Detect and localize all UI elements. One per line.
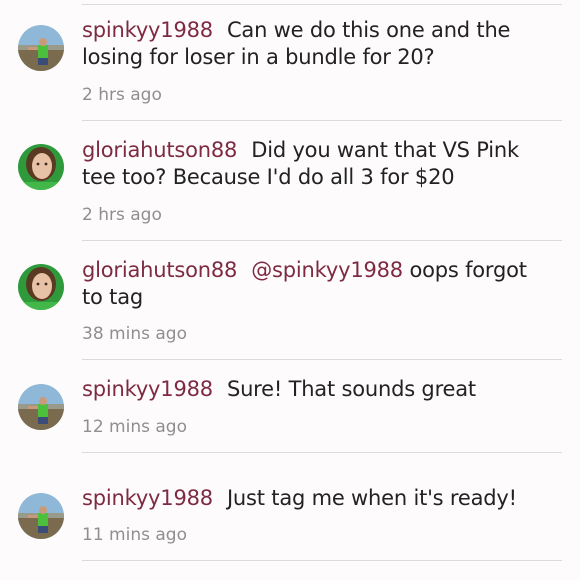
username-link[interactable]: gloriahutson88 <box>82 138 237 162</box>
comment-text: gloriahutson88 @spinkyy1988 oops forgot t… <box>82 257 552 311</box>
outdoor-user-avatar[interactable] <box>18 493 64 539</box>
outdoor-user-avatar[interactable] <box>18 25 64 71</box>
divider <box>82 452 562 453</box>
comment-text: spinkyy1988 Sure! That sounds great <box>82 376 552 403</box>
comment-timestamp: 2 hrs ago <box>82 205 162 225</box>
outdoor-user-avatar[interactable] <box>18 384 64 430</box>
comment-text: spinkyy1988 Can we do this one and the lo… <box>82 17 552 71</box>
comment-text: gloriahutson88 Did you want that VS Pink … <box>82 137 552 191</box>
divider <box>82 120 562 121</box>
divider <box>82 560 562 561</box>
comment-thread: spinkyy1988 Can we do this one and the lo… <box>0 0 580 580</box>
username-link[interactable]: spinkyy1988 <box>82 486 213 510</box>
comment-timestamp: 11 mins ago <box>82 525 187 545</box>
username-link[interactable]: spinkyy1988 <box>82 377 213 401</box>
username-link[interactable]: gloriahutson88 <box>82 258 237 282</box>
comment-text: spinkyy1988 Just tag me when it's ready! <box>82 485 552 512</box>
mention-link[interactable]: @spinkyy1988 <box>251 258 403 282</box>
divider <box>82 240 562 241</box>
comment-timestamp: 38 mins ago <box>82 324 187 344</box>
portrait-user-avatar[interactable] <box>18 144 64 190</box>
comment-timestamp: 2 hrs ago <box>82 85 162 105</box>
comment-message: Sure! That sounds great <box>226 377 476 401</box>
divider <box>82 359 562 360</box>
divider <box>82 4 562 5</box>
comment-timestamp: 12 mins ago <box>82 417 187 437</box>
comment-message: Just tag me when it's ready! <box>226 486 517 510</box>
portrait-user-avatar[interactable] <box>18 264 64 310</box>
username-link[interactable]: spinkyy1988 <box>82 18 213 42</box>
